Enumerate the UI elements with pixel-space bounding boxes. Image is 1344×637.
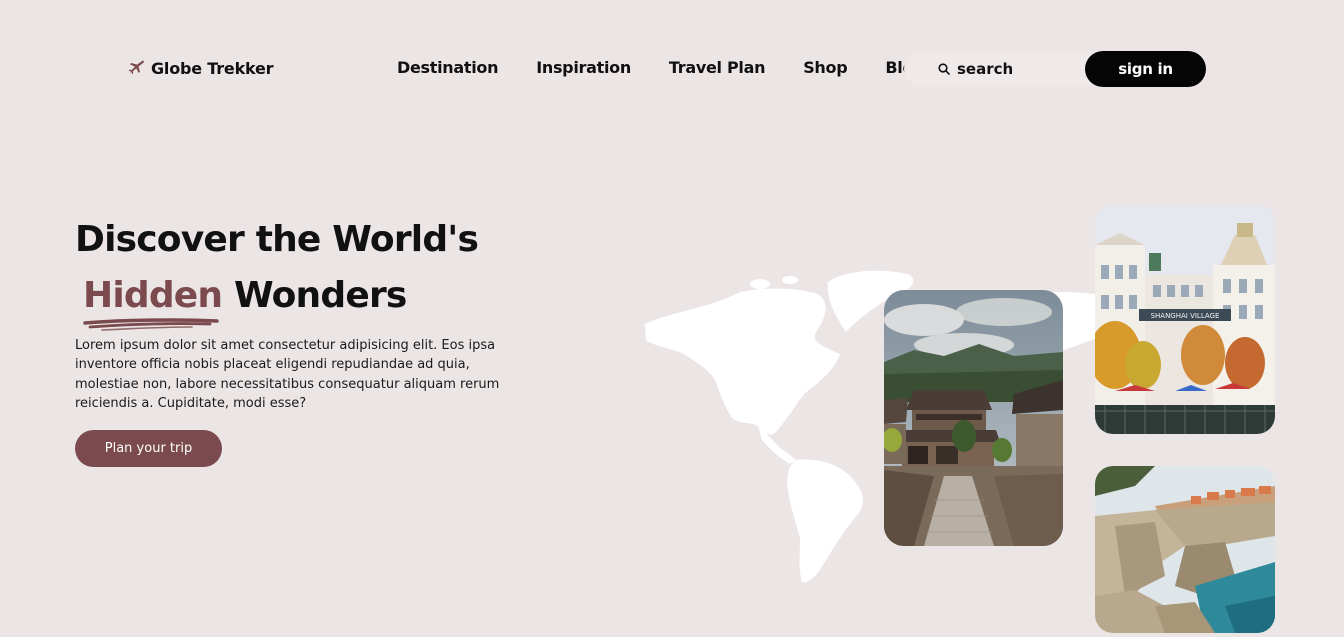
airplane-icon — [128, 60, 145, 75]
hero-title: Discover the World's Hidden Wonders — [75, 212, 479, 324]
village-street-photo — [884, 290, 1063, 546]
sign-in-button[interactable]: sign in — [1085, 51, 1206, 87]
coastal-cliff-photo — [1095, 466, 1275, 633]
hero-title-rest: Wonders — [222, 275, 407, 316]
nav-destination[interactable]: Destination — [397, 58, 499, 77]
hero-title-accent: Hidden — [83, 275, 223, 316]
search-input[interactable] — [957, 60, 1097, 78]
brush-underline — [83, 318, 219, 331]
nav-shop[interactable]: Shop — [803, 58, 847, 77]
brand-logo[interactable]: Globe Trekker — [127, 58, 274, 78]
hero-description: Lorem ipsum dolor sit amet consectetur a… — [75, 338, 500, 412]
shanghai-sign-text: SHANGHAI VILLAGE — [1151, 312, 1220, 320]
shanghai-village-photo: SHANGHAI VILLAGE — [1095, 205, 1275, 434]
nav-inspiration[interactable]: Inspiration — [536, 58, 631, 77]
search-box — [904, 51, 1104, 87]
brand-name: Globe Trekker — [151, 58, 274, 78]
landing-page: Globe Trekker Destination Inspiration Tr… — [0, 0, 1344, 637]
plan-trip-button[interactable]: Plan your trip — [75, 430, 222, 467]
main-nav: Destination Inspiration Travel Plan Shop… — [397, 58, 925, 77]
search-icon — [938, 63, 950, 75]
hero-title-line1: Discover the World's — [75, 219, 479, 260]
nav-travel-plan[interactable]: Travel Plan — [669, 58, 766, 77]
